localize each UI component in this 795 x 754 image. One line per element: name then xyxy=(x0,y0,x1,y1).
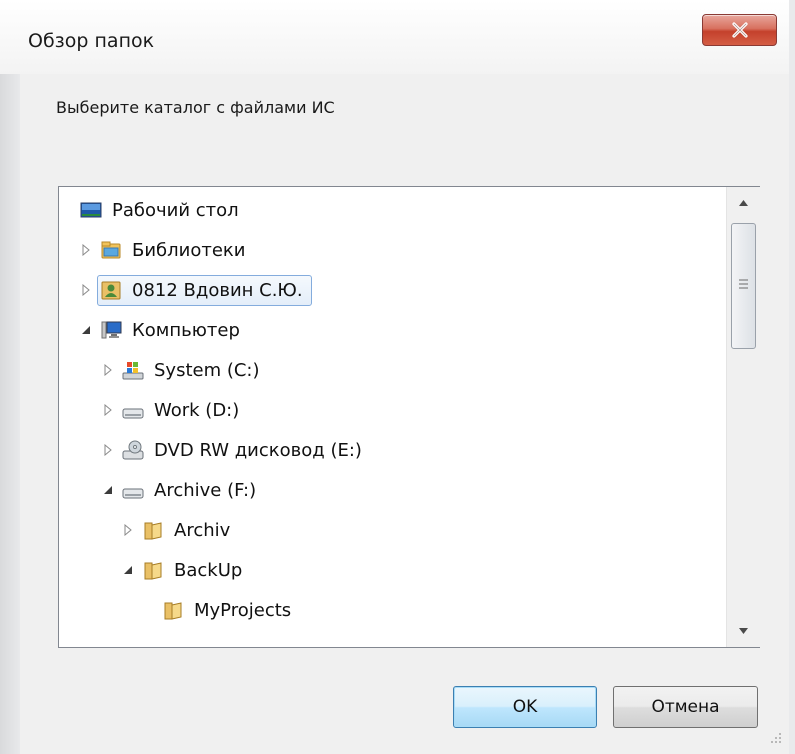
window-frame-right xyxy=(789,0,795,754)
desktop-icon xyxy=(80,202,102,218)
collapse-arrow-icon[interactable] xyxy=(79,323,93,337)
expand-arrow-icon[interactable] xyxy=(121,523,135,537)
scroll-up-arrow-icon xyxy=(739,200,748,206)
tree-item-drive-d[interactable]: Work (D:) xyxy=(101,395,248,425)
tree-item-label: 0812 Вдовин С.Ю. xyxy=(132,279,303,301)
system-drive-icon xyxy=(122,362,144,380)
tree-item-myprojects[interactable]: MyProjects xyxy=(159,595,300,625)
tree-item-label: System (C:) xyxy=(154,359,260,381)
expand-arrow-icon[interactable] xyxy=(101,403,115,417)
expand-arrow-icon[interactable] xyxy=(101,363,115,377)
folder-icon xyxy=(144,522,162,540)
tree-item-backup[interactable]: BackUp xyxy=(121,555,251,585)
libraries-icon xyxy=(101,241,121,259)
expand-arrow-icon[interactable] xyxy=(79,283,93,297)
scroll-up-button[interactable] xyxy=(727,189,760,217)
computer-icon xyxy=(101,321,122,339)
vertical-scrollbar[interactable] xyxy=(726,187,760,647)
scroll-thumb[interactable] xyxy=(731,223,756,349)
cancel-button[interactable]: Отмена xyxy=(613,686,758,728)
user-folder-icon xyxy=(101,281,121,300)
title-bar[interactable]: Обзор папок xyxy=(0,0,795,74)
drive-icon xyxy=(122,488,144,499)
tree-item-label: Рабочий стол xyxy=(112,199,239,221)
folder-icon xyxy=(164,602,182,620)
grip-lines-icon xyxy=(739,279,748,289)
close-button[interactable] xyxy=(702,14,777,46)
tree-item-label: Work (D:) xyxy=(154,399,240,421)
tree-item-user-folder[interactable]: 0812 Вдовин С.Ю. xyxy=(79,274,312,306)
tree-item-drive-f[interactable]: Archive (F:) xyxy=(101,475,265,505)
tree-item-label: Компьютер xyxy=(132,319,240,341)
tree-item-drive-e[interactable]: DVD RW дисковод (E:) xyxy=(101,435,371,465)
scroll-down-arrow-icon xyxy=(739,628,748,634)
collapse-arrow-icon[interactable] xyxy=(101,483,115,497)
collapse-arrow-icon[interactable] xyxy=(121,563,135,577)
scroll-down-button[interactable] xyxy=(727,617,760,645)
window-title: Обзор папок xyxy=(28,30,155,52)
tree-item-label: Библиотеки xyxy=(132,239,246,261)
tree-item-archiv[interactable]: Archiv xyxy=(121,515,239,545)
drive-icon xyxy=(122,408,144,419)
tree-item-computer[interactable]: Компьютер xyxy=(79,315,249,345)
tree-item-label: Archiv xyxy=(174,519,231,541)
dvd-drive-icon xyxy=(122,440,144,460)
tree-item-drive-c[interactable]: System (C:) xyxy=(101,355,269,385)
folder-tree[interactable]: Рабочий стол Библиотеки 0812 Вдовин С.Ю.… xyxy=(58,186,760,648)
tree-item-desktop[interactable]: Рабочий стол xyxy=(77,195,248,225)
tree-item-label: Archive (F:) xyxy=(154,479,257,501)
close-icon xyxy=(732,22,748,38)
folder-browser-dialog: Обзор папок Выберите каталог с файлами И… xyxy=(0,0,795,754)
folder-icon xyxy=(144,562,162,580)
resize-grip-icon[interactable] xyxy=(768,730,784,746)
ok-button[interactable]: OK xyxy=(453,686,597,728)
tree-item-label: BackUp xyxy=(174,559,243,581)
expand-arrow-icon[interactable] xyxy=(101,443,115,457)
expand-arrow-icon[interactable] xyxy=(79,243,93,257)
tree-item-label: DVD RW дисковод (E:) xyxy=(154,439,362,461)
window-frame-left xyxy=(0,74,20,754)
prompt-text: Выберите каталог с файлами ИС xyxy=(56,98,335,117)
tree-item-libraries[interactable]: Библиотеки xyxy=(79,235,255,265)
tree-item-label: MyProjects xyxy=(194,599,292,621)
